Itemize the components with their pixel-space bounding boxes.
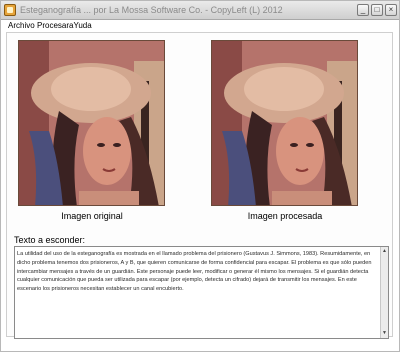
close-button[interactable]: ×	[385, 4, 397, 16]
processed-image-caption: Imagen procesada	[247, 211, 323, 221]
original-image-graphic	[19, 41, 164, 205]
vertical-scrollbar[interactable]: ▲ ▼	[380, 247, 388, 338]
scroll-down-arrow-icon[interactable]: ▼	[381, 330, 388, 337]
window-title: Esteganografía ... por La Mossa Software…	[20, 5, 283, 15]
menu-archivo[interactable]: Archivo	[8, 20, 35, 32]
scroll-up-arrow-icon[interactable]: ▲	[381, 248, 388, 255]
original-image	[18, 40, 165, 206]
app-icon[interactable]	[4, 4, 16, 16]
app-window: Esteganografía ... por La Mossa Software…	[0, 0, 400, 352]
menu-bar: Archivo Procesar aYuda	[1, 20, 399, 32]
hide-text-content[interactable]: La utilidad del uso de la esteganografía…	[17, 250, 375, 336]
hide-text-area[interactable]: La utilidad del uso de la esteganografía…	[14, 246, 389, 339]
menu-procesar[interactable]: Procesar	[37, 20, 69, 32]
title-bar[interactable]: Esteganografía ... por La Mossa Software…	[1, 1, 399, 20]
hide-text-label: Texto a esconder:	[14, 235, 86, 245]
processed-image	[211, 40, 358, 206]
maximize-button[interactable]: □	[371, 4, 383, 16]
minimize-button[interactable]: _	[357, 4, 369, 16]
original-image-caption: Imagen original	[61, 211, 123, 221]
menu-ayuda[interactable]: aYuda	[69, 20, 92, 32]
processed-image-graphic	[212, 41, 357, 205]
